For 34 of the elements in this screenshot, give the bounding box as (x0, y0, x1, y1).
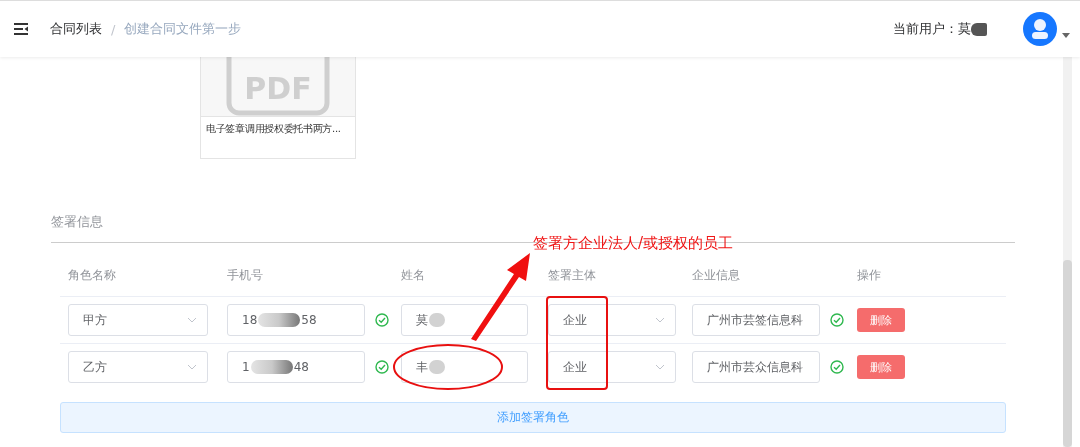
chevron-down-icon (655, 317, 665, 323)
scrollbar[interactable] (1063, 57, 1072, 447)
redaction-mark (429, 313, 445, 327)
avatar-icon[interactable] (1023, 12, 1057, 46)
redaction-mark (250, 360, 293, 374)
column-header: 签署主体 (548, 267, 597, 284)
column-header: 手机号 (227, 267, 264, 284)
company-field[interactable]: 广州市芸签信息科 (692, 304, 820, 336)
signing-party-select[interactable]: 企业 (548, 304, 676, 336)
scrollbar-thumb[interactable] (1063, 260, 1072, 447)
phone-field[interactable]: 18 58 (227, 304, 365, 336)
role-select[interactable]: 乙方 (68, 351, 208, 383)
redaction-mark (258, 313, 301, 327)
annotation-text: 签署方企业法人/或授权的员工 (533, 234, 734, 253)
phone-field[interactable]: 1 48 (227, 351, 365, 383)
breadcrumb-item[interactable]: 合同列表 (50, 20, 102, 38)
column-header: 角色名称 (68, 267, 117, 284)
current-user-label: 当前用户：莫 (893, 20, 971, 38)
column-header: 姓名 (401, 267, 426, 284)
chevron-down-icon (187, 364, 197, 370)
column-header: 操作 (857, 267, 882, 284)
role-select[interactable]: 甲方 (68, 304, 208, 336)
chevron-down-icon (655, 364, 665, 370)
file-name: 电子签章调用授权委托书两方... (205, 122, 342, 136)
redaction-mark (429, 360, 445, 374)
chevron-down-icon (187, 317, 197, 323)
redaction-mark (971, 22, 987, 36)
caret-icon[interactable] (1062, 32, 1070, 38)
signing-party-select[interactable]: 企业 (548, 351, 676, 383)
column-header: 企业信息 (692, 267, 741, 284)
name-field[interactable]: 丰 (401, 351, 528, 383)
breadcrumb-separator: / (111, 21, 116, 37)
company-field[interactable]: 广州市芸众信息科 (692, 351, 820, 383)
menu-icon[interactable] (14, 23, 28, 35)
